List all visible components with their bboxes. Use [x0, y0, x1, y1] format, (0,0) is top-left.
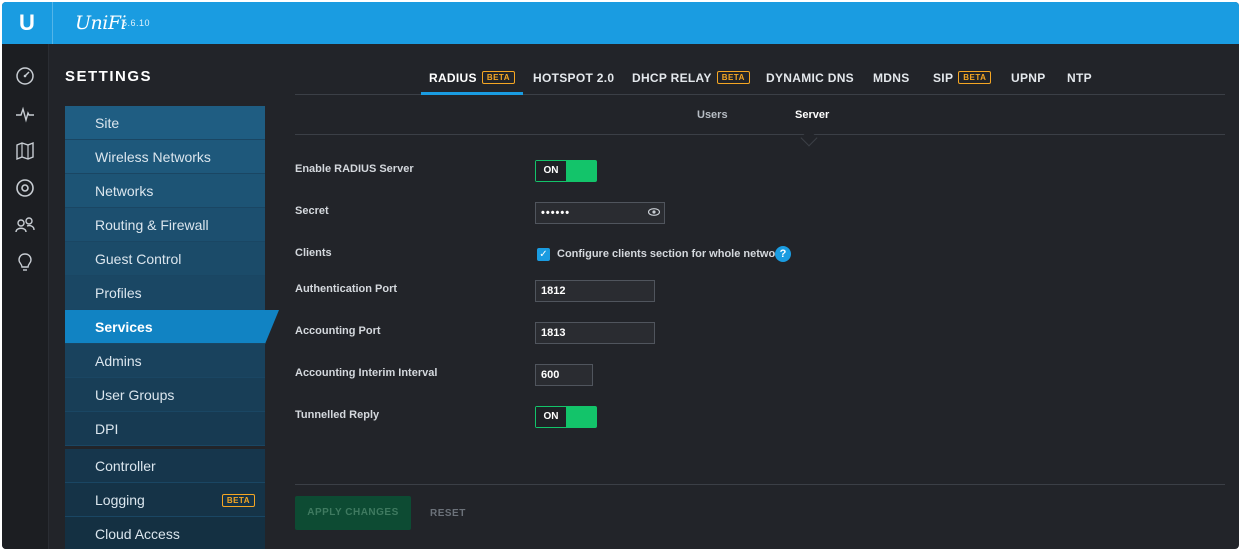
- services-tabs: RADIUS BETA HOTSPOT 2.0 DHCP RELAY BETA DY…: [295, 62, 1225, 95]
- nav-item-admins[interactable]: Admins: [65, 344, 265, 378]
- statistics-icon[interactable]: [14, 103, 36, 125]
- top-bar: U UniFi 5.6.10: [2, 2, 1239, 44]
- ubiquiti-logo-icon[interactable]: U: [16, 11, 38, 35]
- settings-nav: Site Wireless Networks Networks Routing …: [65, 106, 279, 549]
- footer-divider: [295, 484, 1225, 485]
- devices-icon[interactable]: [14, 177, 36, 199]
- subtab-server[interactable]: Server: [795, 109, 829, 121]
- apply-changes-button[interactable]: APPLY CHANGES: [295, 496, 411, 530]
- insights-icon[interactable]: [14, 251, 36, 273]
- nav-item-wireless-networks[interactable]: Wireless Networks: [65, 140, 265, 174]
- interim-interval-input[interactable]: [535, 364, 593, 386]
- nav-item-logging[interactable]: Logging BETA: [65, 483, 265, 517]
- acct-port-input[interactable]: [535, 322, 655, 344]
- nav-item-site[interactable]: Site: [65, 106, 265, 140]
- secret-label: Secret: [295, 205, 329, 217]
- brand-logo: UniFi: [75, 12, 127, 34]
- clients-icon[interactable]: [14, 214, 36, 236]
- tab-ntp[interactable]: NTP: [1067, 62, 1092, 95]
- tunnelled-reply-label: Tunnelled Reply: [295, 409, 380, 421]
- clients-label: Clients: [295, 247, 332, 259]
- beta-badge: BETA: [958, 71, 992, 85]
- tab-dynamic-dns[interactable]: DYNAMIC DNS: [766, 62, 854, 95]
- nav-item-services[interactable]: Services: [65, 310, 279, 344]
- enable-radius-label: Enable RADIUS Server: [295, 163, 414, 175]
- tab-dhcp-relay-label: DHCP RELAY: [632, 71, 712, 85]
- subtab-users[interactable]: Users: [697, 109, 728, 121]
- app-window: U UniFi 5.6.10 SETTINGS Site Wireless Ne…: [2, 2, 1239, 549]
- acct-port-label: Accounting Port: [295, 325, 381, 337]
- radius-subtabs: Users Server: [295, 96, 1225, 135]
- auth-port-input[interactable]: [535, 280, 655, 302]
- tab-mdns[interactable]: MDNS: [873, 62, 910, 95]
- nav-item-controller[interactable]: Controller: [65, 449, 265, 483]
- topbar-divider: [52, 2, 53, 44]
- tab-radius[interactable]: RADIUS BETA: [421, 62, 523, 95]
- enable-radius-toggle[interactable]: ON: [535, 160, 597, 182]
- icon-rail: [2, 44, 49, 549]
- tab-upnp[interactable]: UPNP: [1011, 62, 1046, 95]
- clients-checkbox-label: Configure clients section for whole netw…: [557, 248, 786, 260]
- version-label: 5.6.10: [122, 18, 151, 28]
- interim-interval-label: Accounting Interim Interval: [295, 367, 438, 379]
- beta-badge: BETA: [716, 71, 750, 85]
- map-icon[interactable]: [14, 140, 36, 162]
- beta-badge: BETA: [481, 71, 515, 85]
- nav-item-user-groups[interactable]: User Groups: [65, 378, 265, 412]
- tab-hotspot[interactable]: HOTSPOT 2.0: [533, 62, 614, 95]
- nav-item-guest-control[interactable]: Guest Control: [65, 242, 265, 276]
- settings-title: SETTINGS: [65, 68, 153, 85]
- beta-badge: BETA: [221, 494, 255, 507]
- nav-item-logging-label: Logging: [95, 492, 145, 508]
- tab-sip-label: SIP: [933, 71, 954, 85]
- tab-radius-label: RADIUS: [429, 71, 477, 85]
- dashboard-icon[interactable]: [14, 65, 36, 87]
- reset-button[interactable]: RESET: [430, 508, 466, 519]
- secret-input[interactable]: [535, 202, 665, 224]
- nav-item-profiles[interactable]: Profiles: [65, 276, 265, 310]
- tunnelled-reply-toggle[interactable]: ON: [535, 406, 597, 428]
- tab-sip[interactable]: SIP BETA: [933, 62, 992, 95]
- nav-item-routing-firewall[interactable]: Routing & Firewall: [65, 208, 265, 242]
- tab-dhcp-relay[interactable]: DHCP RELAY BETA: [632, 62, 750, 95]
- help-icon[interactable]: ?: [775, 246, 791, 262]
- nav-item-networks[interactable]: Networks: [65, 174, 265, 208]
- nav-item-cloud-access[interactable]: Cloud Access: [65, 517, 265, 549]
- auth-port-label: Authentication Port: [295, 283, 398, 295]
- eye-icon[interactable]: [648, 208, 660, 216]
- toggle-state: ON: [536, 407, 566, 427]
- toggle-state: ON: [536, 161, 566, 181]
- nav-item-dpi[interactable]: DPI: [65, 412, 265, 446]
- clients-checkbox[interactable]: ✓: [537, 248, 550, 261]
